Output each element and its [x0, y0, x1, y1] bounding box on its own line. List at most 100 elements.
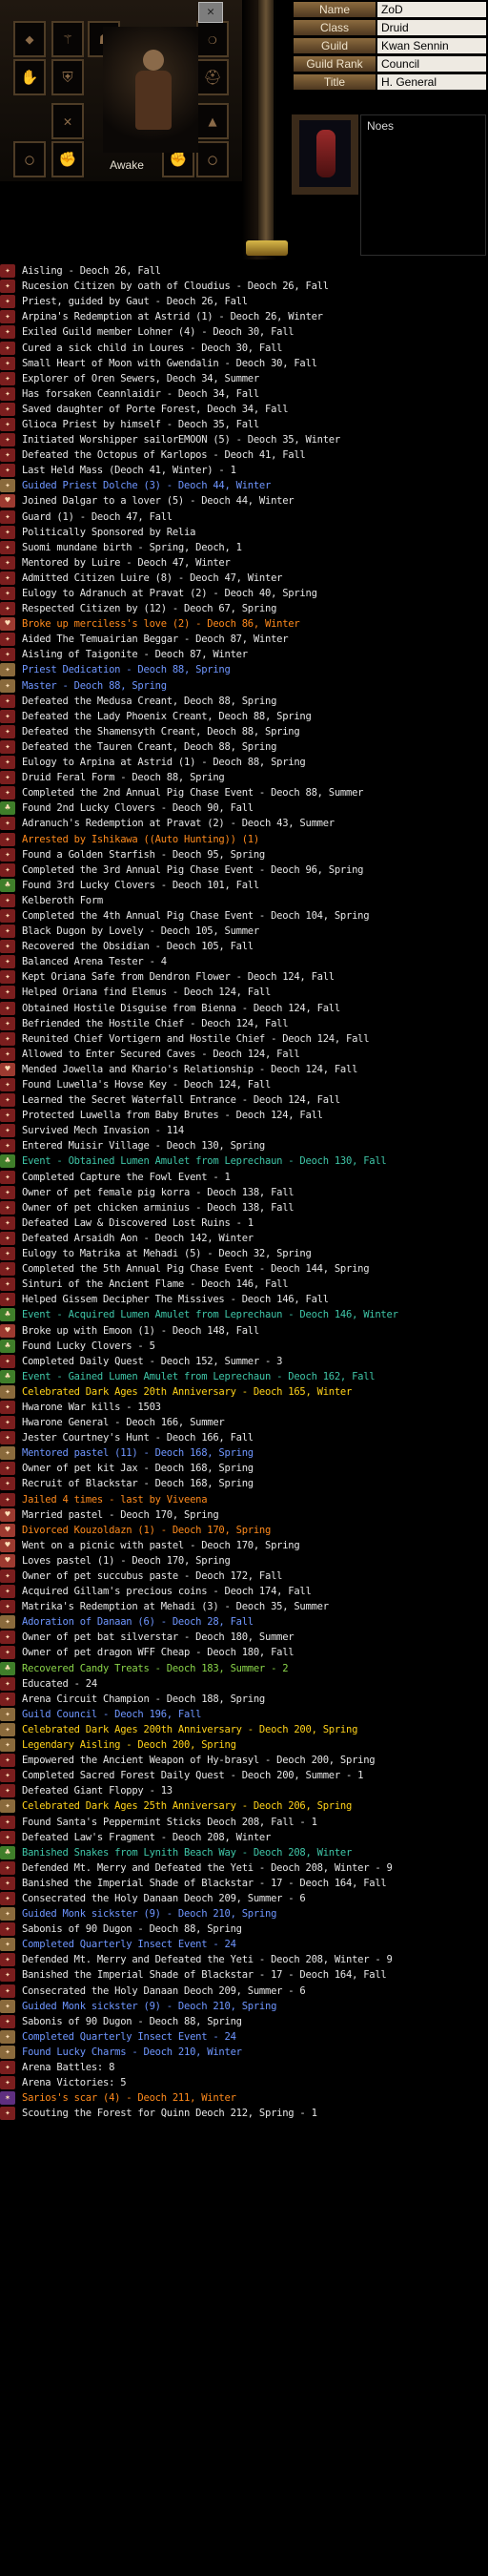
legend-text: Kept Oriana Safe from Dendron Flower - D…: [22, 971, 335, 984]
legend-mark-red-icon: ✦: [0, 1124, 15, 1138]
legend-text: Consecrated the Holy Danaan Deoch 209, S…: [22, 1984, 306, 1997]
legend-text: Completed the 5th Annual Pig Chase Event…: [22, 1263, 370, 1276]
emblem-figure-icon: [316, 130, 336, 177]
legend-mark-red-icon: ✦: [0, 1093, 15, 1108]
legend-mark-red-icon: ✦: [0, 1600, 15, 1614]
legend-mark-red-icon: ✦: [0, 1492, 15, 1506]
legend-item: ✦ Hwarone War kills - 1503: [0, 1400, 488, 1415]
legend-item: ✦ Admitted Citizen Luire (8) - Deoch 47, …: [0, 571, 488, 586]
info-value: ZoD: [377, 2, 486, 17]
legend-item: ♥ Went on a picnic with pastel - Deoch 17…: [0, 1538, 488, 1553]
right-ring-slot[interactable]: ◯: [196, 141, 229, 177]
legend-text: Owner of pet chicken arminius - Deoch 13…: [22, 1201, 295, 1214]
legend-mark-red-icon: ✦: [0, 970, 15, 985]
gem-icon: ◆: [25, 31, 34, 48]
legend-text: Matrika's Redemption at Mehadi (3) - Deo…: [22, 1601, 329, 1613]
left-gauntlet-slot[interactable]: ✊: [51, 141, 84, 177]
left-hand-slot[interactable]: ✋: [13, 59, 46, 95]
legend-text: Owner of pet kit Jax - Deoch 168, Spring: [22, 1463, 254, 1475]
belt-slot[interactable]: ✕: [51, 103, 84, 139]
legend-mark-red-icon: ✦: [0, 371, 15, 385]
legend-mark-heart-icon: ♥: [0, 1062, 15, 1076]
legend-text: Sabonis of 90 Dugon - Deoch 88, Spring: [22, 2015, 242, 2027]
legend-text: Defeated the Lady Phoenix Creant, Deoch …: [22, 710, 312, 722]
legend-item: ♣ Banished Snakes from Lynith Beach Way -…: [0, 1845, 488, 1860]
legend-text: Owner of pet female pig korra - Deoch 13…: [22, 1186, 295, 1198]
legend-text: Sabonis of 90 Dugon - Deoch 88, Spring: [22, 1923, 242, 1936]
legend-text: Helped Oriana find Elemus - Deoch 124, F…: [22, 987, 272, 999]
legend-text: Admitted Citizen Luire (8) - Deoch 47, W…: [22, 571, 283, 584]
legend-item: ✦ Scouting the Forest for Quinn Deoch 212…: [0, 2106, 488, 2121]
legend-item: ✦ Defeated Arsaidh Aon - Deoch 142, Winte…: [0, 1231, 488, 1246]
legend-item: ✦ Found Lucky Charms - Deoch 210, Winter: [0, 2045, 488, 2060]
subaccessory-slot[interactable]: ◆: [13, 21, 46, 57]
legend-mark-heart-icon: ♥: [0, 1323, 15, 1338]
legend-item: ✦ Completed the 5th Annual Pig Chase Even…: [0, 1261, 488, 1277]
legend-text: Sinturi of the Ancient Flame - Deoch 146…: [22, 1278, 289, 1291]
legend-item: ✦ Acquired Gillam's precious coins - Deoc…: [0, 1584, 488, 1599]
legend-item: ✦ Defeated the Medusa Creant, Deoch 88, S…: [0, 694, 488, 709]
close-button[interactable]: ✕: [198, 2, 223, 23]
info-value: Kwan Sennin: [377, 38, 486, 53]
legend-text: Black Dugon by Lovely - Deoch 105, Summe…: [22, 925, 259, 938]
legend-item: ✦ Initiated Worshipper sailorEMOON (5) - …: [0, 432, 488, 447]
legend-mark-red-icon: ✦: [0, 924, 15, 939]
legend-mark-red-icon: ✦: [0, 633, 15, 647]
necklace-slot[interactable]: ❍: [196, 21, 229, 57]
helm-slot[interactable]: ⛑: [196, 59, 229, 95]
legend-mark-red-icon: ✦: [0, 709, 15, 723]
legend-item: ✦ Recovered the Obsidian - Deoch 105, Fal…: [0, 939, 488, 954]
legend-mark-red-icon: ✦: [0, 1247, 15, 1261]
legend-text: Saved daughter of Porte Forest, Deoch 34…: [22, 403, 289, 415]
legend-item: ♥ Married pastel - Deoch 170, Spring: [0, 1507, 488, 1523]
legend-item: ✦ Completed Capture the Fowl Event - 1: [0, 1170, 488, 1185]
shield-icon: ⛨: [62, 69, 73, 86]
legend-text: Defeated Law's Fragment - Deoch 208, Win…: [22, 1831, 272, 1843]
legend-text: Guided Priest Dolche (3) - Deoch 44, Win…: [22, 480, 272, 492]
shield-slot[interactable]: ⛨: [51, 59, 84, 95]
legend-mark-tan-icon: ✦: [0, 1446, 15, 1461]
legend-mark-tan-icon: ✦: [0, 2029, 15, 2044]
legend-text: Cured a sick child in Loures - Deoch 30,…: [22, 342, 283, 354]
legend-item: ♣ Found Lucky Clovers - 5: [0, 1339, 488, 1354]
legend-text: Obtained Hostile Disguise from Bienna - …: [22, 1002, 340, 1014]
legend-mark-tan-icon: ✦: [0, 479, 15, 493]
legend-text: Aided The Temuairian Beggar - Deoch 87, …: [22, 634, 289, 646]
legend-text: Mended Jowella and Khario's Relationship…: [22, 1063, 358, 1075]
legend-mark-tan-icon: ✦: [0, 1384, 15, 1399]
legend-mark-green-icon: ♣: [0, 1154, 15, 1169]
legend-mark-red-icon: ✦: [0, 1968, 15, 1983]
legend-item: ✦ Owner of pet bat silverstar - Deoch 180…: [0, 1630, 488, 1645]
legend-item: ✦ Defeated the Lady Phoenix Creant, Deoch…: [0, 709, 488, 724]
legend-mark-heart-icon: ♥: [0, 1553, 15, 1568]
legend-text: Guided Monk sickster (9) - Deoch 210, Sp…: [22, 1908, 277, 1921]
close-icon: ✕: [207, 5, 214, 19]
legend-mark-red-icon: ✦: [0, 555, 15, 570]
legend-mark-red-icon: ✦: [0, 1784, 15, 1798]
legend-text: Event - Gained Lumen Amulet from Leprech…: [22, 1370, 376, 1382]
coat-slot[interactable]: ▲: [196, 103, 229, 139]
legend-mark-red-icon: ✦: [0, 433, 15, 447]
legend-item: ✦ Priest Dedication - Deoch 88, Spring: [0, 662, 488, 677]
legend-item: ✦ Consecrated the Holy Danaan Deoch 209, …: [0, 1984, 488, 1999]
legend-item: ✦ Arena Battles: 8: [0, 2060, 488, 2075]
legend-item: ✦ Arena Victories: 5: [0, 2075, 488, 2090]
legend-mark-red-icon: ✦: [0, 1047, 15, 1061]
legend-item: ✦ Mentored by Luire - Deoch 47, Winter: [0, 555, 488, 571]
legend-item: ✦ Legendary Aisling - Deoch 200, Spring: [0, 1737, 488, 1753]
left-ring-slot[interactable]: ◯: [13, 141, 46, 177]
legend-text: Adranuch's Redemption at Pravat (2) - De…: [22, 818, 335, 830]
legend-item: ✦ Jailed 4 times - last by Viveena: [0, 1492, 488, 1507]
legend-text: Completed the 3rd Annual Pig Chase Event…: [22, 863, 364, 876]
legend-mark-heart-icon: ♥: [0, 1523, 15, 1537]
weapon-slot[interactable]: ⚚: [51, 21, 84, 57]
legend-mark-red-icon: ✦: [0, 310, 15, 324]
legend-mark-red-icon: ✦: [0, 356, 15, 370]
legend-mark-red-icon: ✦: [0, 1769, 15, 1783]
legend-text: Educated - 24: [22, 1677, 97, 1690]
legend-mark-red-icon: ✦: [0, 587, 15, 601]
profile-box[interactable]: Noes: [360, 114, 486, 256]
legend-item: ✦ Helped Oriana find Elemus - Deoch 124, …: [0, 985, 488, 1000]
legend-item: ✦ Protected Luwella from Baby Brutes - De…: [0, 1108, 488, 1123]
legend-mark-red-icon: ✦: [0, 525, 15, 539]
